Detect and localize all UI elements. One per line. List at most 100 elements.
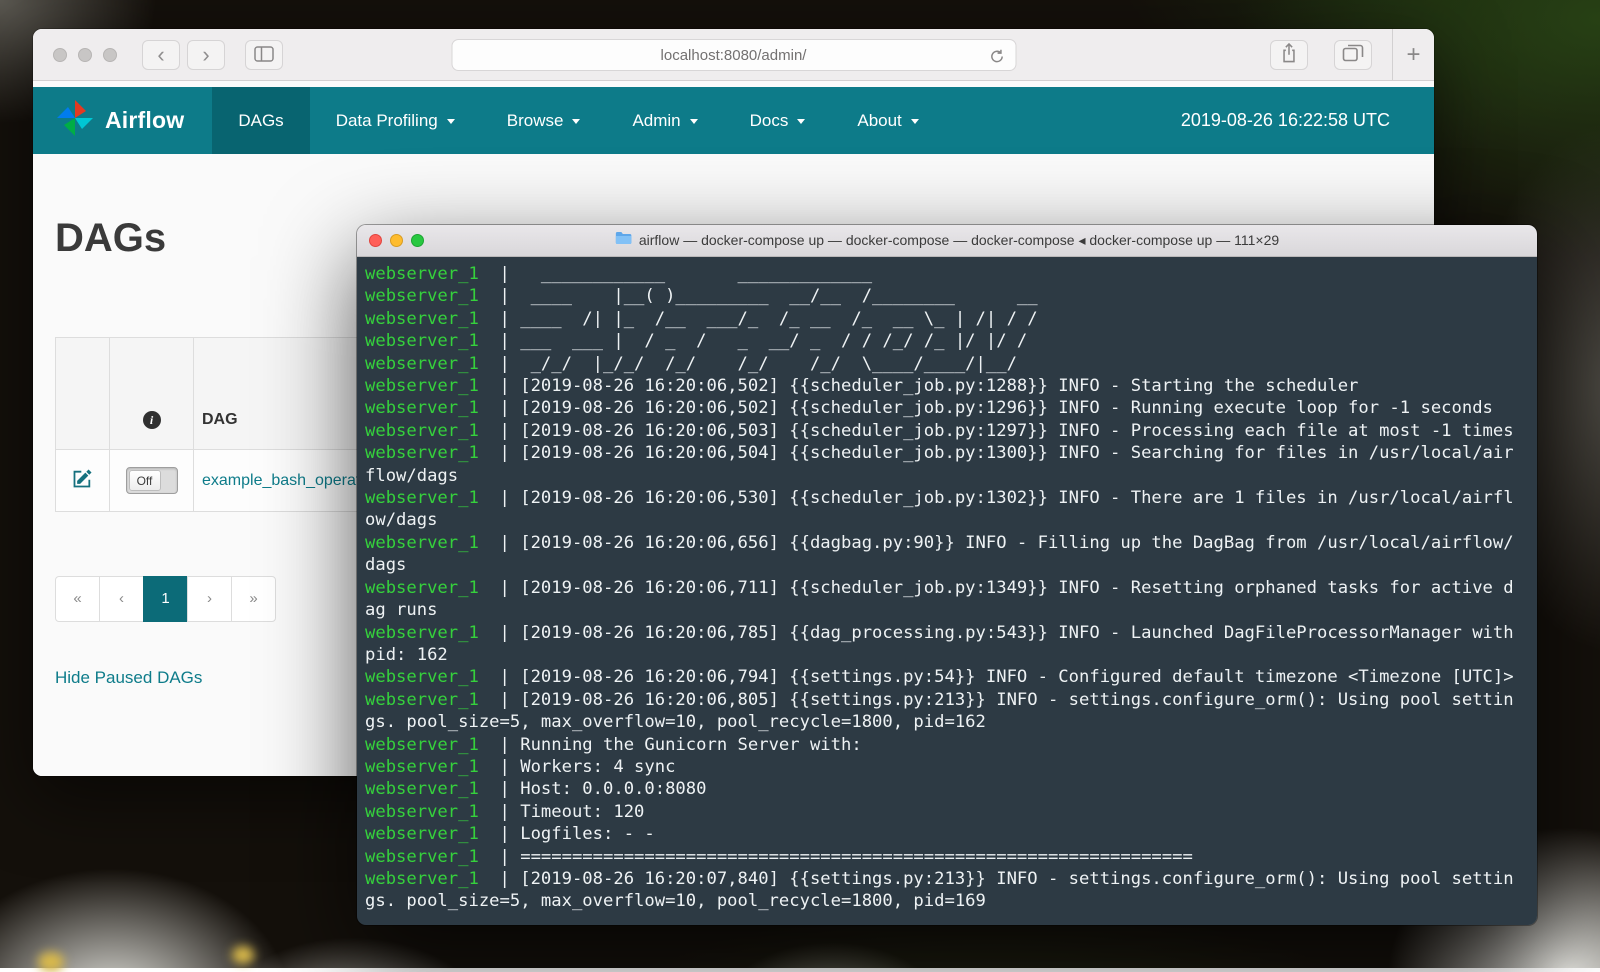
terminal-line: webserver_1 | ==========================…: [365, 846, 1514, 868]
daisy-flower-center: [232, 946, 254, 964]
navbar-item-label: Browse: [507, 111, 564, 131]
terminal-line-text: | ======================================…: [479, 847, 1193, 867]
airflow-brand-label: Airflow: [105, 107, 184, 134]
terminal-line-text: | _/_/ |_/_/ /_/ /_/ /_/ \____/____/|__/: [479, 354, 1017, 374]
pagination-button[interactable]: »: [231, 576, 276, 622]
terminal-line: webserver_1 | [2019-08-26 16:20:06,502] …: [365, 397, 1514, 419]
chevron-down-icon: [797, 119, 805, 124]
terminal-line-prefix: webserver_1: [365, 623, 479, 643]
terminal-line: webserver_1 | [2019-08-26 16:20:06,503] …: [365, 420, 1514, 442]
pagination-button[interactable]: «: [55, 576, 100, 622]
address-bar[interactable]: localhost:8080/admin/: [451, 39, 1016, 71]
navbar-item-label: Admin: [632, 111, 680, 131]
info-icon[interactable]: i: [143, 411, 161, 429]
navbar-item[interactable]: Data Profiling: [310, 87, 481, 154]
airflow-brand[interactable]: Airflow: [55, 98, 184, 143]
forward-button[interactable]: ›: [187, 40, 225, 70]
navbar-item-label: About: [857, 111, 901, 131]
navbar-item[interactable]: About: [831, 87, 944, 154]
navbar-item[interactable]: Docs: [724, 87, 832, 154]
url-text: localhost:8080/admin/: [661, 47, 807, 64]
edit-icon[interactable]: [73, 475, 92, 492]
terminal-line-text: | [2019-08-26 16:20:06,656] {{dagbag.py:…: [365, 533, 1514, 575]
terminal-line-text: | [2019-08-26 16:20:06,530] {{scheduler_…: [365, 488, 1514, 530]
terminal-line-prefix: webserver_1: [365, 421, 479, 441]
terminal-close-button[interactable]: [369, 234, 382, 247]
terminal-line: webserver_1 | Host: 0.0.0.0:8080: [365, 778, 1514, 800]
terminal-line: webserver_1 | Workers: 4 sync: [365, 756, 1514, 778]
terminal-line-prefix: webserver_1: [365, 354, 479, 374]
terminal-line-text: | Host: 0.0.0.0:8080: [479, 779, 707, 799]
terminal-line: webserver_1 | _/_/ |_/_/ /_/ /_/ /_/ \__…: [365, 353, 1514, 375]
terminal-titlebar[interactable]: airflow — docker-compose up — docker-com…: [357, 225, 1537, 257]
terminal-line-prefix: webserver_1: [365, 847, 479, 867]
window-close-button[interactable]: [53, 48, 67, 62]
terminal-line-prefix: webserver_1: [365, 690, 479, 710]
terminal-line: webserver_1 | [2019-08-26 16:20:06,530] …: [365, 487, 1514, 532]
terminal-line-text: | [2019-08-26 16:20:06,503] {{scheduler_…: [479, 421, 1514, 441]
terminal-line-prefix: webserver_1: [365, 376, 479, 396]
navbar-item-label: Data Profiling: [336, 111, 438, 131]
navbar-item-label: Docs: [750, 111, 789, 131]
terminal-line-text: | [2019-08-26 16:20:07,840] {{settings.p…: [365, 869, 1514, 911]
terminal-line-prefix: webserver_1: [365, 869, 479, 889]
show-tabs-button[interactable]: [1334, 40, 1372, 70]
navbar-item[interactable]: Browse: [481, 87, 607, 154]
sidebar-toggle-button[interactable]: [245, 40, 283, 70]
pagination-button[interactable]: ›: [187, 576, 232, 622]
terminal-line-prefix: webserver_1: [365, 488, 479, 508]
terminal-line: webserver_1 | ____ /| |_ /__ ___/_ /_ __…: [365, 308, 1514, 330]
terminal-line: webserver_1 | [2019-08-26 16:20:06,502] …: [365, 375, 1514, 397]
navbar-item[interactable]: Admin: [606, 87, 723, 154]
terminal-line-prefix: webserver_1: [365, 578, 479, 598]
terminal-line-prefix: webserver_1: [365, 533, 479, 553]
navbar-menu: DAGs Data Profiling Browse Admin Docs About: [212, 87, 944, 154]
browser-toolbar: ‹ › localhost:8080/admin/: [33, 29, 1434, 81]
share-icon: [1280, 42, 1298, 68]
terminal-line-prefix: webserver_1: [365, 331, 479, 351]
terminal-line-text: | [2019-08-26 16:20:06,711] {{scheduler_…: [365, 578, 1514, 620]
hide-paused-dags-link[interactable]: Hide Paused DAGs: [55, 668, 202, 688]
share-button[interactable]: [1270, 40, 1308, 70]
pagination-button[interactable]: 1: [143, 576, 188, 622]
terminal-line-prefix: webserver_1: [365, 309, 479, 329]
terminal-title-text: airflow — docker-compose up — docker-com…: [639, 232, 1279, 249]
terminal-line-prefix: webserver_1: [365, 286, 479, 306]
window-zoom-button[interactable]: [103, 48, 117, 62]
chevron-down-icon: [572, 119, 580, 124]
terminal-line-prefix: webserver_1: [365, 667, 479, 687]
terminal-line: webserver_1 | [2019-08-26 16:20:06,805] …: [365, 689, 1514, 734]
terminal-line: webserver_1 | Running the Gunicorn Serve…: [365, 734, 1514, 756]
terminal-zoom-button[interactable]: [411, 234, 424, 247]
terminal-line-prefix: webserver_1: [365, 443, 479, 463]
chevron-down-icon: [911, 119, 919, 124]
refresh-icon[interactable]: [988, 47, 1006, 65]
dag-pause-toggle[interactable]: Off: [126, 467, 178, 494]
terminal-line-text: | [2019-08-26 16:20:06,805] {{settings.p…: [365, 690, 1514, 732]
tabs-icon: [1342, 44, 1364, 66]
edit-cell: [56, 450, 110, 512]
terminal-line: webserver_1 | ___ ___ | / _ / _ __/ _ / …: [365, 330, 1514, 352]
new-tab-button[interactable]: +: [1392, 29, 1434, 81]
table-header-edit: [56, 338, 110, 450]
terminal-line-text: | Logfiles: - -: [479, 824, 655, 844]
terminal-line-prefix: webserver_1: [365, 802, 479, 822]
daisy-flower-center: [38, 952, 64, 972]
navbar-item[interactable]: DAGs: [212, 87, 309, 154]
dag-link[interactable]: example_bash_operator: [202, 472, 375, 489]
back-button[interactable]: ‹: [142, 40, 180, 70]
pagination-button[interactable]: ‹: [99, 576, 144, 622]
terminal-line: webserver_1 | [2019-08-26 16:20:07,840] …: [365, 868, 1514, 913]
terminal-line-text: | ___ ___ | / _ / _ __/ _ / / /_/ /_ |/ …: [479, 331, 1027, 351]
terminal-line-text: | ____ /| |_ /__ ___/_ /_ __ /_ __ \_ | …: [479, 309, 1038, 329]
terminal-line: webserver_1 | ____ |__( )_________ __/__…: [365, 285, 1514, 307]
terminal-window: airflow — docker-compose up — docker-com…: [357, 225, 1537, 925]
terminal-line-text: | [2019-08-26 16:20:06,502] {{scheduler_…: [479, 376, 1359, 396]
window-minimize-button[interactable]: [78, 48, 92, 62]
terminal-line: webserver_1 | [2019-08-26 16:20:06,656] …: [365, 532, 1514, 577]
terminal-line-text: | Workers: 4 sync: [479, 757, 676, 777]
terminal-line: webserver_1 | [2019-08-26 16:20:06,794] …: [365, 666, 1514, 688]
terminal-minimize-button[interactable]: [390, 234, 403, 247]
terminal-line-text: | Running the Gunicorn Server with:: [479, 735, 862, 755]
terminal-line: webserver_1 | [2019-08-26 16:20:06,785] …: [365, 622, 1514, 667]
